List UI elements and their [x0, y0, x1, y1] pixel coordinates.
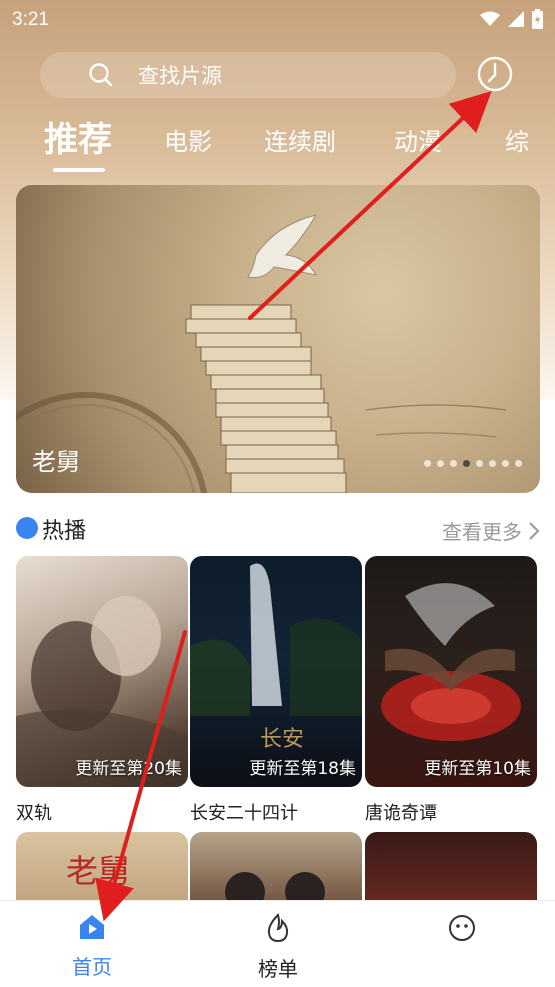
episode-badge: 更新至第18集	[249, 759, 356, 779]
poster-artwork: 长安	[190, 563, 362, 752]
banner-artwork	[16, 214, 507, 493]
poster-calligraphy: 长安	[260, 727, 304, 752]
episode-badge: 更新至第10集	[424, 759, 531, 779]
poster-artwork	[381, 583, 521, 741]
poster-image: 更新至第20集	[16, 556, 188, 787]
signal-icon	[508, 11, 524, 27]
view-more-label: 查看更多	[442, 520, 522, 544]
bottom-navigation: 首页 榜单	[0, 900, 555, 987]
tab-recommend[interactable]: 推荐	[44, 112, 112, 161]
video-card-tanggui[interactable]: 更新至第10集 唐诡奇谭	[365, 556, 537, 825]
featured-banner[interactable]: 老舅	[16, 185, 540, 493]
status-bar: 3:21	[0, 0, 555, 40]
home-icon	[80, 915, 104, 939]
pagination-dot	[424, 460, 431, 467]
nav-home[interactable]: 首页	[32, 913, 152, 980]
tab-variety[interactable]: 综	[505, 122, 529, 157]
nav-label: 首页	[72, 955, 112, 979]
battery-icon	[532, 9, 543, 29]
view-more-button[interactable]: 查看更多	[442, 516, 540, 545]
video-title: 长安二十四计	[190, 803, 298, 824]
pagination-dot	[450, 460, 457, 467]
pagination-dot	[502, 460, 509, 467]
banner-title: 老舅	[32, 448, 80, 476]
wifi-icon	[480, 11, 500, 26]
video-card-changan[interactable]: 长安 更新至第18集 长安二十四计	[190, 556, 362, 825]
video-title: 双轨	[16, 803, 52, 824]
section-title: 热播	[42, 519, 87, 544]
video-title: 唐诡奇谭	[365, 803, 437, 824]
pagination-dot-active	[463, 460, 470, 467]
search-placeholder: 查找片源	[138, 64, 222, 88]
chevron-right-icon	[529, 521, 540, 540]
poster-image: 长安 更新至第18集	[190, 556, 362, 787]
video-card-shuanggui[interactable]: 更新至第20集 双轨	[16, 556, 188, 825]
episode-badge: 更新至第20集	[75, 759, 182, 779]
smiley-icon	[449, 915, 475, 941]
search-icon	[89, 63, 113, 87]
status-time: 3:21	[12, 9, 49, 30]
poster-artwork	[16, 596, 188, 787]
pagination-dot	[515, 460, 522, 467]
hot-section-header: 热播 查看更多	[16, 512, 540, 544]
pagination-dot	[437, 460, 444, 467]
poster-calligraphy: 老舅	[66, 852, 130, 890]
status-icons	[480, 9, 543, 29]
tab-series[interactable]: 连续剧	[264, 122, 336, 157]
nav-profile[interactable]	[402, 913, 522, 953]
category-tabs: 推荐 电影 连续剧 动漫 综	[0, 110, 555, 170]
nav-ranking[interactable]: 榜单	[218, 913, 338, 982]
history-clock-icon[interactable]	[476, 55, 514, 93]
section-marker-icon	[16, 517, 38, 539]
tab-movies[interactable]: 电影	[164, 122, 212, 157]
poster-image: 更新至第10集	[365, 556, 537, 787]
pagination-dot	[489, 460, 496, 467]
tab-active-indicator	[53, 168, 105, 172]
search-bar[interactable]: 查找片源	[40, 52, 456, 98]
flame-icon	[267, 913, 289, 943]
nav-label: 榜单	[258, 957, 298, 981]
tab-anime[interactable]: 动漫	[394, 122, 442, 157]
pagination-dot	[476, 460, 483, 467]
banner-pagination	[424, 460, 522, 467]
